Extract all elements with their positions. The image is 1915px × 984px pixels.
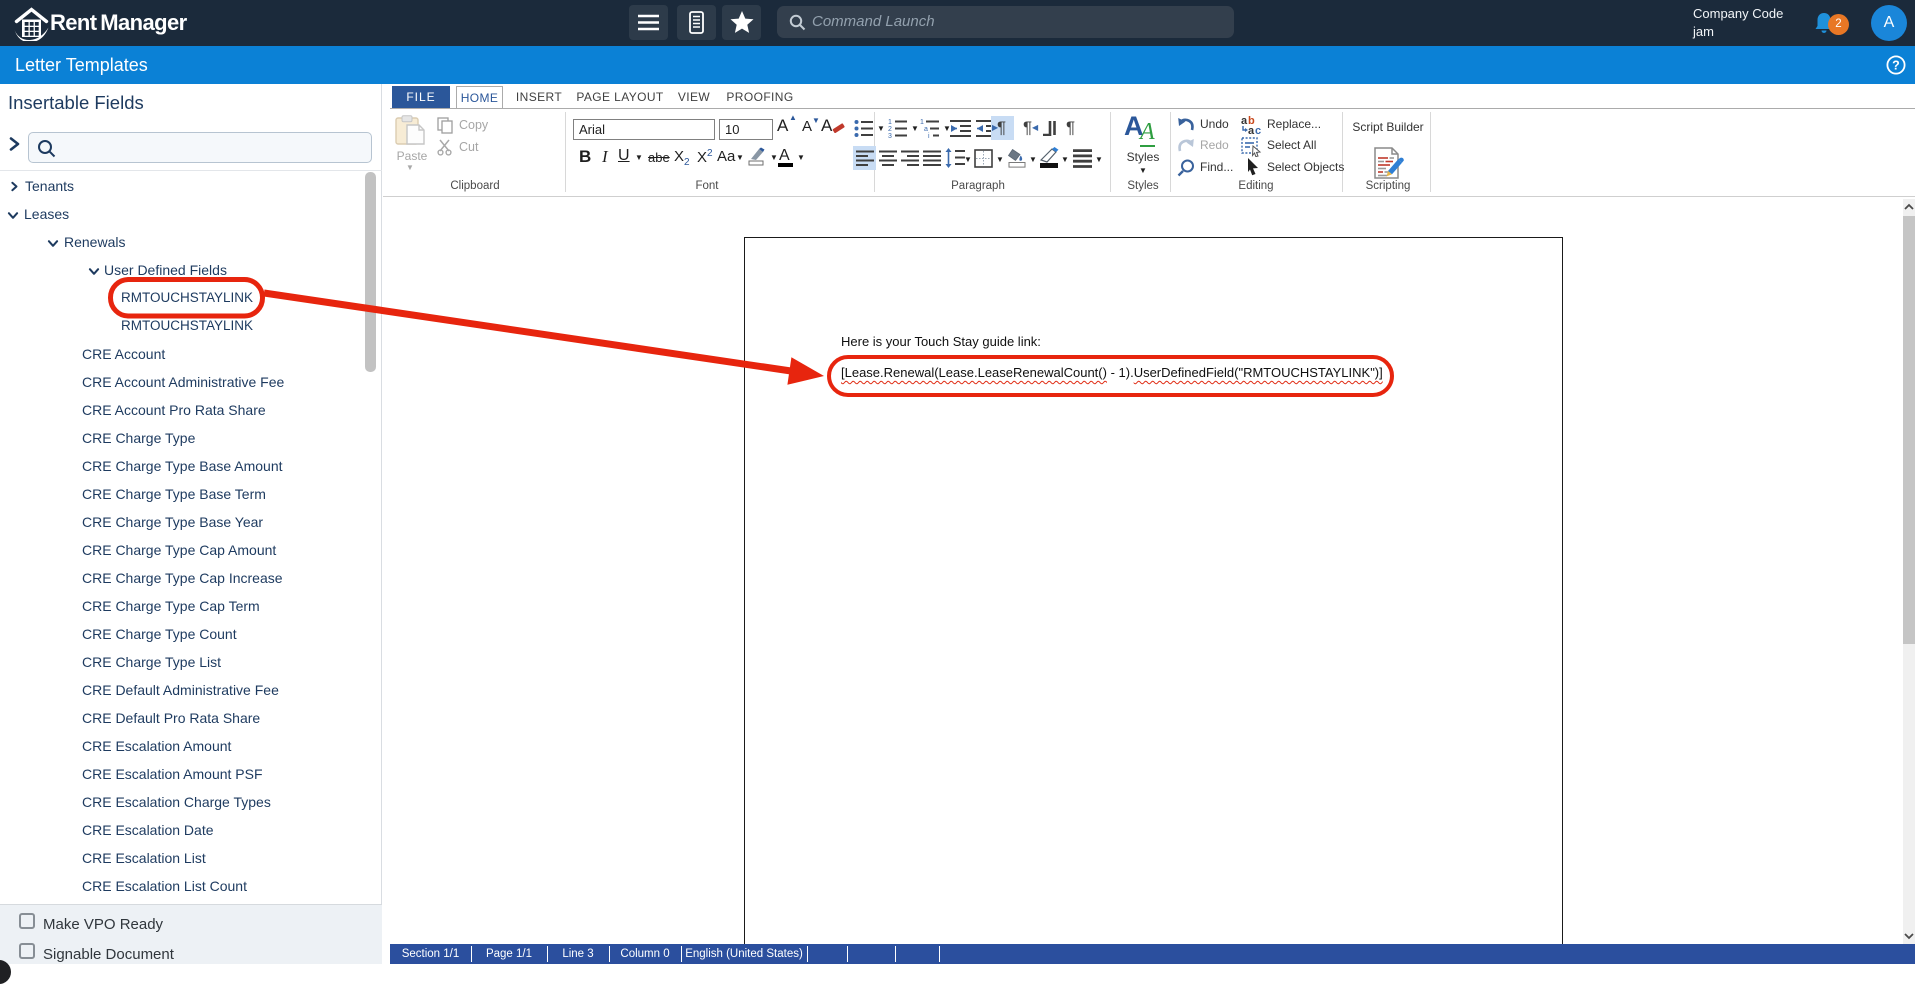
svg-text:1: 1: [920, 119, 924, 126]
svg-text:?: ?: [1892, 58, 1900, 72]
svg-text:3: 3: [888, 133, 892, 139]
svg-text:a: a: [1248, 125, 1255, 135]
svg-text:2: 2: [888, 126, 892, 133]
svg-text:i: i: [928, 133, 930, 139]
svg-text:1: 1: [888, 119, 892, 126]
svg-text:a: a: [924, 126, 928, 133]
svg-text:c: c: [1255, 125, 1261, 135]
svg-text:a: a: [1241, 115, 1248, 127]
